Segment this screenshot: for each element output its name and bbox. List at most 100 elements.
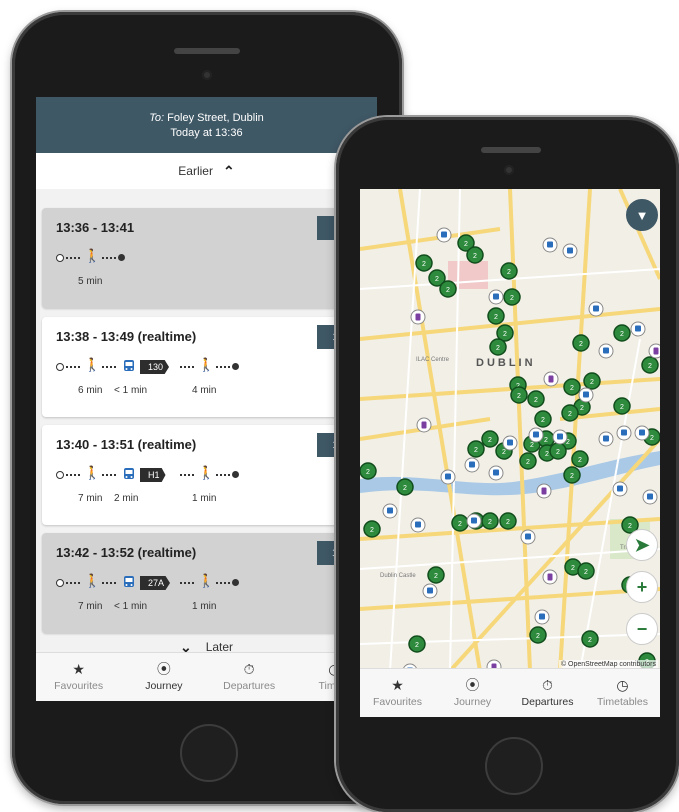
- bus-icon: [124, 468, 134, 479]
- tab-label: Favourites: [54, 680, 104, 692]
- earlier-button[interactable]: Earlier ⌃: [36, 153, 377, 189]
- journey-screen: To: Foley Street, Dublin Today at 13:36 …: [36, 97, 377, 701]
- bus-icon: [471, 517, 477, 524]
- tram-icon: [415, 313, 421, 321]
- trip-time: 13:36 - 13:41: [56, 220, 135, 235]
- bus-icon: [621, 429, 627, 436]
- tab-favourites[interactable]: ★ Favourites: [360, 669, 435, 717]
- tab-departures[interactable]: ⏱ Departures: [510, 669, 585, 717]
- stop-cluster-count: 2: [588, 637, 592, 644]
- stop-cluster-count: 2: [620, 404, 624, 411]
- trip-card[interactable]: 13:40 - 13:51 (realtime)11 min🚶7 minH12 …: [42, 425, 377, 525]
- stop-cluster-count: 2: [488, 519, 492, 526]
- stop-cluster-count: 2: [584, 569, 588, 576]
- bus-icon: [547, 241, 553, 248]
- tab-journey[interactable]: ⦿ Journey: [435, 669, 510, 717]
- bus-icon: [415, 521, 421, 528]
- earlier-label: Earlier: [178, 164, 213, 178]
- tab-favourites[interactable]: ★ Favourites: [36, 653, 121, 701]
- connector-line: [102, 474, 116, 478]
- stop-cluster-count: 2: [526, 459, 530, 466]
- stop-cluster-count: 2: [464, 241, 468, 248]
- stop-cluster-count: 2: [578, 457, 582, 464]
- destination-marker: [232, 471, 239, 478]
- walk-icon: 🚶: [198, 465, 215, 480]
- leg-duration: < 1 min: [114, 601, 148, 612]
- filter-button[interactable]: ▼: [626, 199, 658, 231]
- bus-icon: [427, 587, 433, 594]
- leg-duration: 6 min: [78, 385, 103, 396]
- city-label: DUBLIN: [476, 357, 536, 369]
- tram-icon: [653, 347, 659, 355]
- compass-icon: ⦿: [156, 661, 171, 677]
- tram-icon: [547, 573, 553, 581]
- tab-bar: ★ Favourites ⦿ Journey ⏱ Departures ◷ Timeta: [36, 652, 377, 701]
- stop-cluster-count: 2: [507, 269, 511, 276]
- connector-line: [66, 366, 80, 370]
- stop-cluster-count: 2: [506, 519, 510, 526]
- leg-duration: 7 min: [78, 601, 103, 612]
- stop-cluster-count: 2: [435, 276, 439, 283]
- route-badge: H1: [140, 468, 166, 482]
- walk-icon: 🚶: [84, 248, 101, 263]
- trip-card[interactable]: 13:38 - 13:49 (realtime)11 min🚶6 min130<…: [42, 317, 377, 417]
- tab-journey[interactable]: ⦿ Journey: [121, 653, 206, 701]
- leg-duration: 1 min: [192, 601, 217, 612]
- zoom-out-button[interactable]: −: [626, 613, 658, 645]
- stop-cluster-count: 2: [458, 521, 462, 528]
- stop-cluster-count: 2: [503, 331, 507, 338]
- origin-marker: [56, 254, 64, 262]
- bus-icon: [124, 360, 134, 371]
- bus-icon: [533, 431, 539, 438]
- trip-card[interactable]: 13:42 - 13:52 (realtime)10 min🚶7 min27A<…: [42, 533, 377, 633]
- stop-cluster-count: 2: [579, 341, 583, 348]
- place-label: ILAC Centre: [416, 357, 450, 363]
- bus-icon: [539, 613, 545, 620]
- connector-line: [180, 582, 194, 586]
- bus-icon: [593, 305, 599, 312]
- tram-icon: [421, 421, 427, 429]
- bus-icon: [603, 347, 609, 354]
- phone-frame-right: 2 2 2 2 2 2 2 2 2 2 2 2 2 2 2 2 2 2 2 2 2 2 2 2 2 2 2 2 2 2 2 2 2 2 2 2 2 2 2 2…: [336, 117, 679, 812]
- location-arrow-icon: ➤: [634, 534, 650, 555]
- route-badge: 27A: [140, 576, 171, 590]
- locate-button[interactable]: ➤: [626, 529, 658, 561]
- tram-icon: [541, 487, 547, 495]
- front-camera: [504, 165, 514, 175]
- compass-icon: ⦿: [465, 677, 480, 693]
- stop-cluster-count: 2: [650, 435, 654, 442]
- connector-line: [216, 366, 230, 370]
- connector-line: [66, 257, 80, 261]
- stop-cluster-count: 2: [530, 442, 534, 449]
- stop-cluster-count: 2: [628, 523, 632, 530]
- connector-line: [216, 582, 230, 586]
- bus-icon: [493, 293, 499, 300]
- tab-departures[interactable]: ⏱ Departures: [207, 653, 292, 701]
- stop-map[interactable]: 2 2 2 2 2 2 2 2 2 2 2 2 2 2 2 2 2 2 2 2 2 2 2 2 2 2 2 2 2 2 2 2 2 2 2 2 2 2 2 2…: [360, 189, 660, 679]
- home-button[interactable]: [485, 737, 543, 795]
- walk-icon: 🚶: [84, 573, 101, 588]
- stop-cluster-count: 2: [590, 379, 594, 386]
- trip-card[interactable]: 13:36 - 13:415 min🚶5 min: [42, 208, 377, 308]
- bus-icon: [557, 433, 563, 440]
- stop-cluster-count: 2: [494, 314, 498, 321]
- zoom-in-button[interactable]: +: [626, 571, 658, 603]
- destination-marker: [232, 363, 239, 370]
- stop-cluster-count: 2: [556, 449, 560, 456]
- trip-time: 13:40 - 13:51 (realtime): [56, 437, 197, 452]
- walk-icon: 🚶: [198, 573, 215, 588]
- front-camera: [202, 70, 212, 80]
- map-canvas[interactable]: 2 2 2 2 2 2 2 2 2 2 2 2 2 2 2 2 2 2 2 2 2 2 2 2 2 2 2 2 2 2 2 2 2 2 2 2 2 2 2 2…: [360, 189, 660, 679]
- stop-cluster-count: 2: [403, 485, 407, 492]
- trip-time: 13:38 - 13:49 (realtime): [56, 329, 197, 344]
- stopwatch-icon: ⏱: [243, 661, 255, 677]
- tab-timetables[interactable]: ◷ Timetables: [585, 669, 660, 717]
- stop-cluster-count: 2: [648, 363, 652, 370]
- bus-icon: [387, 507, 393, 514]
- stop-cluster-count: 2: [496, 345, 500, 352]
- connector-line: [102, 582, 116, 586]
- stop-cluster-count: 2: [422, 261, 426, 268]
- bus-icon: [469, 461, 475, 468]
- chevron-up-icon: ⌃: [222, 162, 235, 179]
- home-button[interactable]: [180, 724, 238, 782]
